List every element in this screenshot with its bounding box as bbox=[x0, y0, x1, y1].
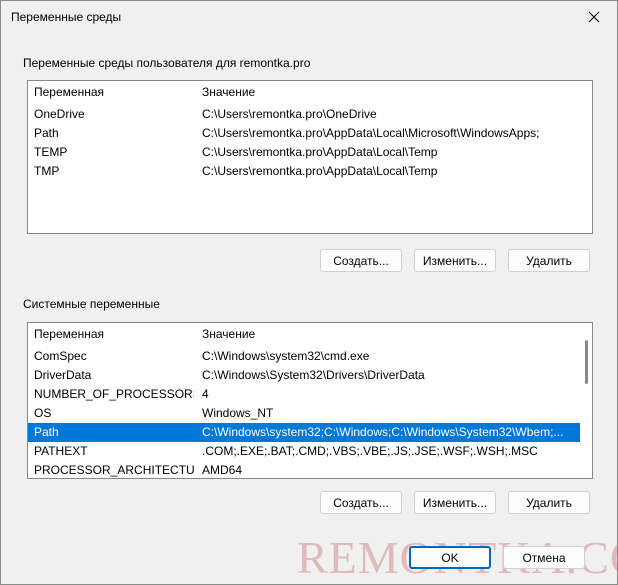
vertical-scrollbar[interactable] bbox=[580, 323, 592, 478]
environment-variables-dialog: Переменные среды Переменные среды пользо… bbox=[0, 0, 618, 585]
user-edit-button[interactable]: Изменить... bbox=[414, 249, 496, 272]
system-variables-list[interactable]: Переменная Значение ComSpec C:\Windows\sy… bbox=[27, 322, 593, 479]
list-header: Переменная Значение bbox=[28, 81, 592, 103]
list-header: Переменная Значение bbox=[28, 323, 592, 345]
table-row[interactable]: OS Windows_NT bbox=[28, 404, 592, 423]
user-rows: OneDrive C:\Users\remontka.pro\OneDrive Pa… bbox=[28, 105, 592, 181]
user-delete-button[interactable]: Удалить bbox=[508, 249, 590, 272]
table-row[interactable]: DriverData C:\Windows\System32\Drivers\Dr… bbox=[28, 366, 592, 385]
column-header-variable[interactable]: Переменная bbox=[34, 81, 194, 103]
variable-name: OS bbox=[34, 406, 52, 420]
close-icon bbox=[588, 11, 600, 23]
variable-value: 4 bbox=[202, 387, 209, 401]
ok-button[interactable]: OK bbox=[409, 546, 491, 569]
table-row[interactable]: TMP C:\Users\remontka.pro\AppData\Local\T… bbox=[28, 162, 592, 181]
table-row[interactable]: OneDrive C:\Users\remontka.pro\OneDrive bbox=[28, 105, 592, 124]
title-bar: Переменные среды bbox=[1, 1, 617, 35]
system-variables-label: Системные переменные bbox=[23, 297, 160, 311]
table-row[interactable]: TEMP C:\Users\remontka.pro\AppData\Local\… bbox=[28, 143, 592, 162]
window-title: Переменные среды bbox=[11, 10, 122, 24]
variable-value: C:\Windows\System32\Drivers\DriverData bbox=[202, 368, 425, 382]
scrollbar-thumb[interactable] bbox=[585, 340, 588, 384]
variable-value: C:\Users\remontka.pro\AppData\Local\Temp bbox=[202, 145, 438, 159]
variable-value: C:\Windows\system32;C:\Windows;C:\Window… bbox=[202, 425, 564, 439]
variable-value: C:\Users\remontka.pro\AppData\Local\Micr… bbox=[202, 126, 540, 140]
variable-name: DriverData bbox=[34, 368, 92, 382]
variable-name: OneDrive bbox=[34, 107, 85, 121]
system-delete-button[interactable]: Удалить bbox=[508, 491, 590, 514]
variable-value: .COM;.EXE;.BAT;.CMD;.VBS;.VBE;.JS;.JSE;.… bbox=[202, 444, 538, 458]
variable-value: AMD64 bbox=[202, 463, 243, 477]
variable-name: Path bbox=[34, 425, 59, 439]
system-rows: ComSpec C:\Windows\system32\cmd.exe Driver… bbox=[28, 347, 592, 478]
cancel-button[interactable]: Отмена bbox=[503, 546, 585, 569]
column-header-value[interactable]: Значение bbox=[202, 323, 572, 345]
user-variables-label: Переменные среды пользователя для remont… bbox=[23, 56, 311, 70]
table-row[interactable]: NUMBER_OF_PROCESSORS 4 bbox=[28, 385, 592, 404]
variable-value: C:\Users\remontka.pro\OneDrive bbox=[202, 107, 377, 121]
system-create-button[interactable]: Создать... bbox=[320, 491, 402, 514]
user-variables-list[interactable]: Переменная Значение OneDrive C:\Users\rem… bbox=[27, 80, 593, 234]
close-button[interactable] bbox=[571, 1, 617, 33]
variable-name: TEMP bbox=[34, 145, 68, 159]
variable-name: PATHEXT bbox=[34, 444, 88, 458]
variable-name: PROCESSOR_ARCHITECTURE bbox=[34, 463, 194, 477]
variable-name: ComSpec bbox=[34, 349, 87, 363]
table-row[interactable]: Path C:\Windows\system32;C:\Windows;C:\Wi… bbox=[28, 423, 592, 442]
variable-value: C:\Windows\system32\cmd.exe bbox=[202, 349, 370, 363]
table-row[interactable]: PATHEXT .COM;.EXE;.BAT;.CMD;.VBS;.VBE;.JS… bbox=[28, 442, 592, 461]
variable-name: NUMBER_OF_PROCESSORS bbox=[34, 387, 194, 401]
variable-name: TMP bbox=[34, 164, 60, 178]
variable-value: C:\Users\remontka.pro\AppData\Local\Temp bbox=[202, 164, 438, 178]
user-create-button[interactable]: Создать... bbox=[320, 249, 402, 272]
table-row[interactable]: Path C:\Users\remontka.pro\AppData\Local\… bbox=[28, 124, 592, 143]
table-row[interactable]: PROCESSOR_ARCHITECTURE AMD64 bbox=[28, 461, 592, 478]
system-edit-button[interactable]: Изменить... bbox=[414, 491, 496, 514]
column-header-value[interactable]: Значение bbox=[202, 81, 572, 103]
variable-name: Path bbox=[34, 126, 59, 140]
column-header-variable[interactable]: Переменная bbox=[34, 323, 194, 345]
table-row[interactable]: ComSpec C:\Windows\system32\cmd.exe bbox=[28, 347, 592, 366]
variable-value: Windows_NT bbox=[202, 406, 274, 420]
